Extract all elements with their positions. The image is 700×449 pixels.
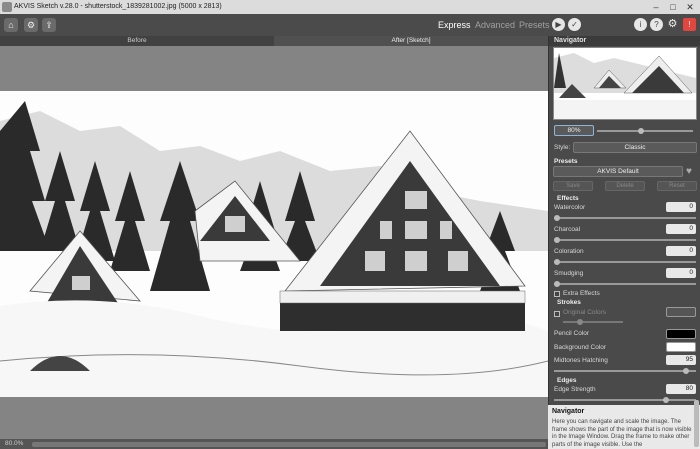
- smudging-slider[interactable]: [554, 283, 696, 285]
- run-icon[interactable]: ▶: [552, 18, 565, 31]
- zoom-slider-thumb[interactable]: [638, 128, 644, 134]
- pencil-color-swatch[interactable]: [666, 329, 696, 339]
- help-text: Here you can navigate and scale the imag…: [552, 419, 692, 448]
- watercolor-slider-thumb[interactable]: [554, 215, 560, 221]
- pencil-color-label: Pencil Color: [554, 330, 590, 337]
- midtones-hatching-label: Midtones Hatching: [554, 357, 608, 364]
- app-logo-icon: [2, 2, 12, 12]
- edges-section-label: Edges: [557, 377, 577, 384]
- smudging-slider-thumb[interactable]: [554, 281, 560, 287]
- midtones-hatching-slider[interactable]: [554, 370, 696, 372]
- help-panel: Navigator Here you can navigate and scal…: [548, 405, 700, 449]
- horizontal-scrollbar[interactable]: [32, 442, 546, 447]
- edge-strength-value-input[interactable]: 80: [666, 384, 696, 394]
- navigator-header: Navigator: [549, 36, 700, 46]
- open-image-icon[interactable]: ⌂: [4, 18, 18, 32]
- minimize-icon[interactable]: –: [648, 1, 664, 13]
- original-colors-label: Original Colors: [563, 309, 606, 316]
- share-icon[interactable]: ⇪: [42, 18, 56, 32]
- view-tabs: Before After [Sketch]: [0, 36, 548, 46]
- original-colors-slider[interactable]: [563, 321, 623, 323]
- status-bar: 80.0%: [0, 439, 548, 449]
- edge-strength-slider[interactable]: [554, 399, 696, 401]
- effects-section-label: Effects: [557, 195, 579, 202]
- zoom-readout: 80.0%: [5, 440, 24, 447]
- settings-gear-icon[interactable]: ⚙: [666, 18, 679, 31]
- edge-strength-label: Edge Strength: [554, 386, 596, 393]
- tab-after[interactable]: After [Sketch]: [274, 36, 548, 46]
- help-scrollbar[interactable]: [694, 400, 699, 447]
- coloration-label: Coloration: [554, 248, 584, 255]
- original-colors-slider-thumb[interactable]: [577, 319, 583, 325]
- watercolor-label: Watercolor: [554, 204, 586, 211]
- mode-express[interactable]: Express: [438, 20, 471, 30]
- navigator-preview-image: [554, 53, 696, 119]
- maximize-icon[interactable]: □: [665, 1, 681, 13]
- close-icon[interactable]: ✕: [682, 1, 698, 13]
- image-window[interactable]: [0, 46, 548, 439]
- navigator-thumbnail[interactable]: [553, 47, 697, 120]
- charcoal-value-input[interactable]: 0: [666, 224, 696, 234]
- coloration-value-input[interactable]: 0: [666, 246, 696, 256]
- sketch-image[interactable]: [0, 91, 548, 397]
- zoom-select[interactable]: 80%: [554, 125, 594, 136]
- help-title: Navigator: [552, 408, 585, 415]
- presets-label: Presets: [554, 158, 578, 165]
- batch-icon[interactable]: ⚙: [24, 18, 38, 32]
- strokes-section-label: Strokes: [557, 299, 581, 306]
- favorite-heart-icon[interactable]: ♥: [686, 166, 692, 177]
- toolbar: ⌂ ⚙ ⇪ Express Advanced Presets ▶ ✓ i ? ⚙…: [0, 14, 700, 36]
- mode-presets[interactable]: Presets: [519, 20, 550, 30]
- delete-preset-button[interactable]: Delete: [605, 181, 645, 191]
- title-bar: AKVIS Sketch v.28.0 - shutterstock_18392…: [0, 0, 700, 14]
- save-preset-button[interactable]: Save: [553, 181, 593, 191]
- zoom-slider-track[interactable]: [597, 130, 693, 132]
- midtones-hatching-slider-thumb[interactable]: [683, 368, 690, 374]
- background-color-swatch[interactable]: [666, 342, 696, 352]
- coloration-slider[interactable]: [554, 261, 696, 263]
- smudging-value-input[interactable]: 0: [666, 268, 696, 278]
- midtones-hatching-value-input[interactable]: 95: [666, 355, 696, 365]
- style-select[interactable]: Classic: [573, 142, 697, 153]
- help-icon[interactable]: ?: [650, 18, 663, 31]
- tab-before[interactable]: Before: [0, 36, 274, 46]
- background-color-label: Background Color: [554, 344, 607, 351]
- original-colors-checkbox[interactable]: [554, 311, 560, 317]
- coloration-slider-thumb[interactable]: [554, 259, 560, 265]
- style-label: Style:: [554, 144, 571, 151]
- charcoal-slider[interactable]: [554, 239, 696, 241]
- charcoal-label: Charcoal: [554, 226, 581, 233]
- info-icon[interactable]: i: [634, 18, 647, 31]
- preset-select[interactable]: AKVIS Default: [553, 166, 683, 177]
- extra-effects-label: Extra Effects: [563, 290, 600, 297]
- reset-preset-button[interactable]: Reset: [657, 181, 697, 191]
- edge-strength-slider-thumb[interactable]: [662, 397, 669, 403]
- watercolor-value-input[interactable]: 0: [666, 202, 696, 212]
- sketch-illustration: [0, 91, 548, 397]
- apply-icon[interactable]: ✓: [568, 18, 581, 31]
- smudging-label: Smudging: [554, 270, 584, 277]
- watercolor-slider[interactable]: [554, 217, 696, 219]
- notification-bell-icon[interactable]: !: [683, 18, 696, 31]
- original-colors-swatch: [666, 307, 696, 317]
- extra-effects-checkbox[interactable]: [554, 291, 560, 297]
- mode-advanced[interactable]: Advanced: [475, 20, 515, 30]
- charcoal-slider-thumb[interactable]: [554, 237, 560, 243]
- window-title: AKVIS Sketch v.28.0 - shutterstock_18392…: [14, 3, 222, 10]
